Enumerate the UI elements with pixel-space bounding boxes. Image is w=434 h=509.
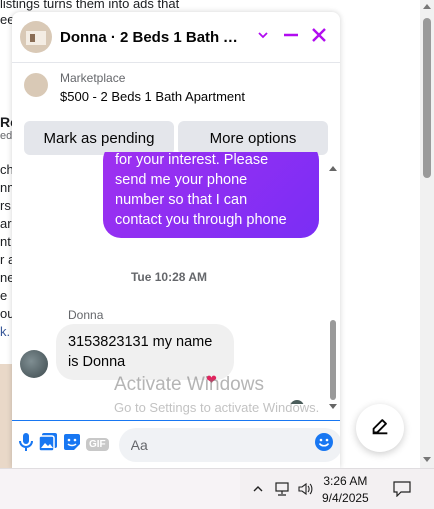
bg-frag-4: nt — [0, 234, 11, 249]
volume-icon[interactable] — [296, 479, 316, 499]
bg-frag-7: e — [0, 288, 8, 303]
chat-title[interactable]: Donna · 2 Beds 1 Bath Apa... — [60, 29, 248, 46]
outgoing-line: number so that I can — [115, 192, 248, 208]
page-scrollbar[interactable] — [420, 0, 434, 468]
more-options-button[interactable]: More options — [178, 121, 328, 155]
message-composer: GIF — [12, 420, 340, 468]
message-list: for your interest. Please send me your p… — [12, 152, 326, 404]
mark-as-pending-button[interactable]: Mark as pending — [24, 121, 174, 155]
scroll-up-arrow[interactable] — [423, 4, 431, 9]
listing-thumbnail[interactable] — [20, 21, 52, 53]
clock-time: 3:26 AM — [323, 474, 368, 488]
listing-description: $500 - 2 Beds 1 Bath Apartment — [60, 89, 246, 104]
listing-label: Marketplace — [60, 71, 126, 85]
message-scrollbar[interactable] — [328, 158, 338, 412]
chevron-down-icon — [257, 28, 269, 46]
system-clock[interactable]: 3:26 AM 9/4/2025 — [322, 473, 369, 507]
taskbar-empty-area — [0, 469, 240, 509]
edit-icon — [369, 415, 391, 442]
outgoing-line: contact you through phone — [115, 212, 287, 228]
bg-frag-3: ar — [0, 216, 12, 231]
activate-windows-title: Activate Windows — [114, 374, 264, 395]
page-scroll-thumb[interactable] — [423, 18, 431, 178]
photo-icon — [38, 432, 58, 457]
message-input-container — [118, 427, 340, 462]
notification-icon[interactable] — [392, 479, 412, 499]
scroll-up-arrow[interactable] — [329, 166, 337, 171]
minimize-icon — [283, 27, 299, 48]
sticker-button[interactable] — [62, 431, 82, 459]
sticker-icon — [62, 432, 82, 457]
listing-small-thumbnail — [24, 73, 48, 97]
marketplace-listing[interactable]: Marketplace $500 - 2 Beds 1 Bath Apartme… — [12, 63, 340, 115]
sender-name: Donna — [68, 308, 104, 322]
bg-image-strip — [0, 364, 12, 468]
close-chat-button[interactable] — [306, 24, 332, 50]
message-timestamp: Tue 10:28 AM — [130, 270, 208, 284]
photo-button[interactable] — [38, 431, 58, 459]
avatar[interactable] — [20, 350, 48, 378]
emoji-icon[interactable] — [314, 432, 334, 457]
minimize-button[interactable] — [278, 24, 304, 50]
bg-snippet-label2: ed — [0, 130, 13, 142]
bg-frag-9: k. — [0, 324, 11, 339]
network-icon[interactable] — [272, 479, 292, 499]
activate-windows-subtitle: Go to Settings to activate Windows. — [114, 400, 320, 415]
scroll-down-arrow[interactable] — [423, 457, 431, 462]
chat-options-button[interactable] — [250, 24, 276, 50]
chat-header: Donna · 2 Beds 1 Bath Apa... — [12, 12, 340, 63]
outgoing-line: send me your phone — [115, 172, 248, 188]
gif-button[interactable]: GIF — [86, 431, 109, 459]
bg-snippet-top: listings turns them into ads that — [0, 0, 180, 11]
clock-date: 9/4/2025 — [322, 491, 369, 505]
microphone-button[interactable] — [18, 431, 34, 459]
taskbar: 3:26 AM 9/4/2025 — [0, 468, 434, 509]
outgoing-line: for your interest. Please — [115, 152, 269, 168]
message-scroll-thumb[interactable] — [330, 320, 336, 400]
chevron-up-icon[interactable] — [248, 479, 268, 499]
microphone-icon — [18, 432, 34, 457]
outgoing-message[interactable]: for your interest. Please send me your p… — [103, 152, 319, 238]
scroll-down-arrow[interactable] — [329, 404, 337, 409]
close-icon — [311, 27, 327, 48]
gif-icon: GIF — [86, 438, 109, 451]
new-message-button[interactable] — [356, 404, 404, 452]
message-input[interactable] — [128, 435, 314, 454]
